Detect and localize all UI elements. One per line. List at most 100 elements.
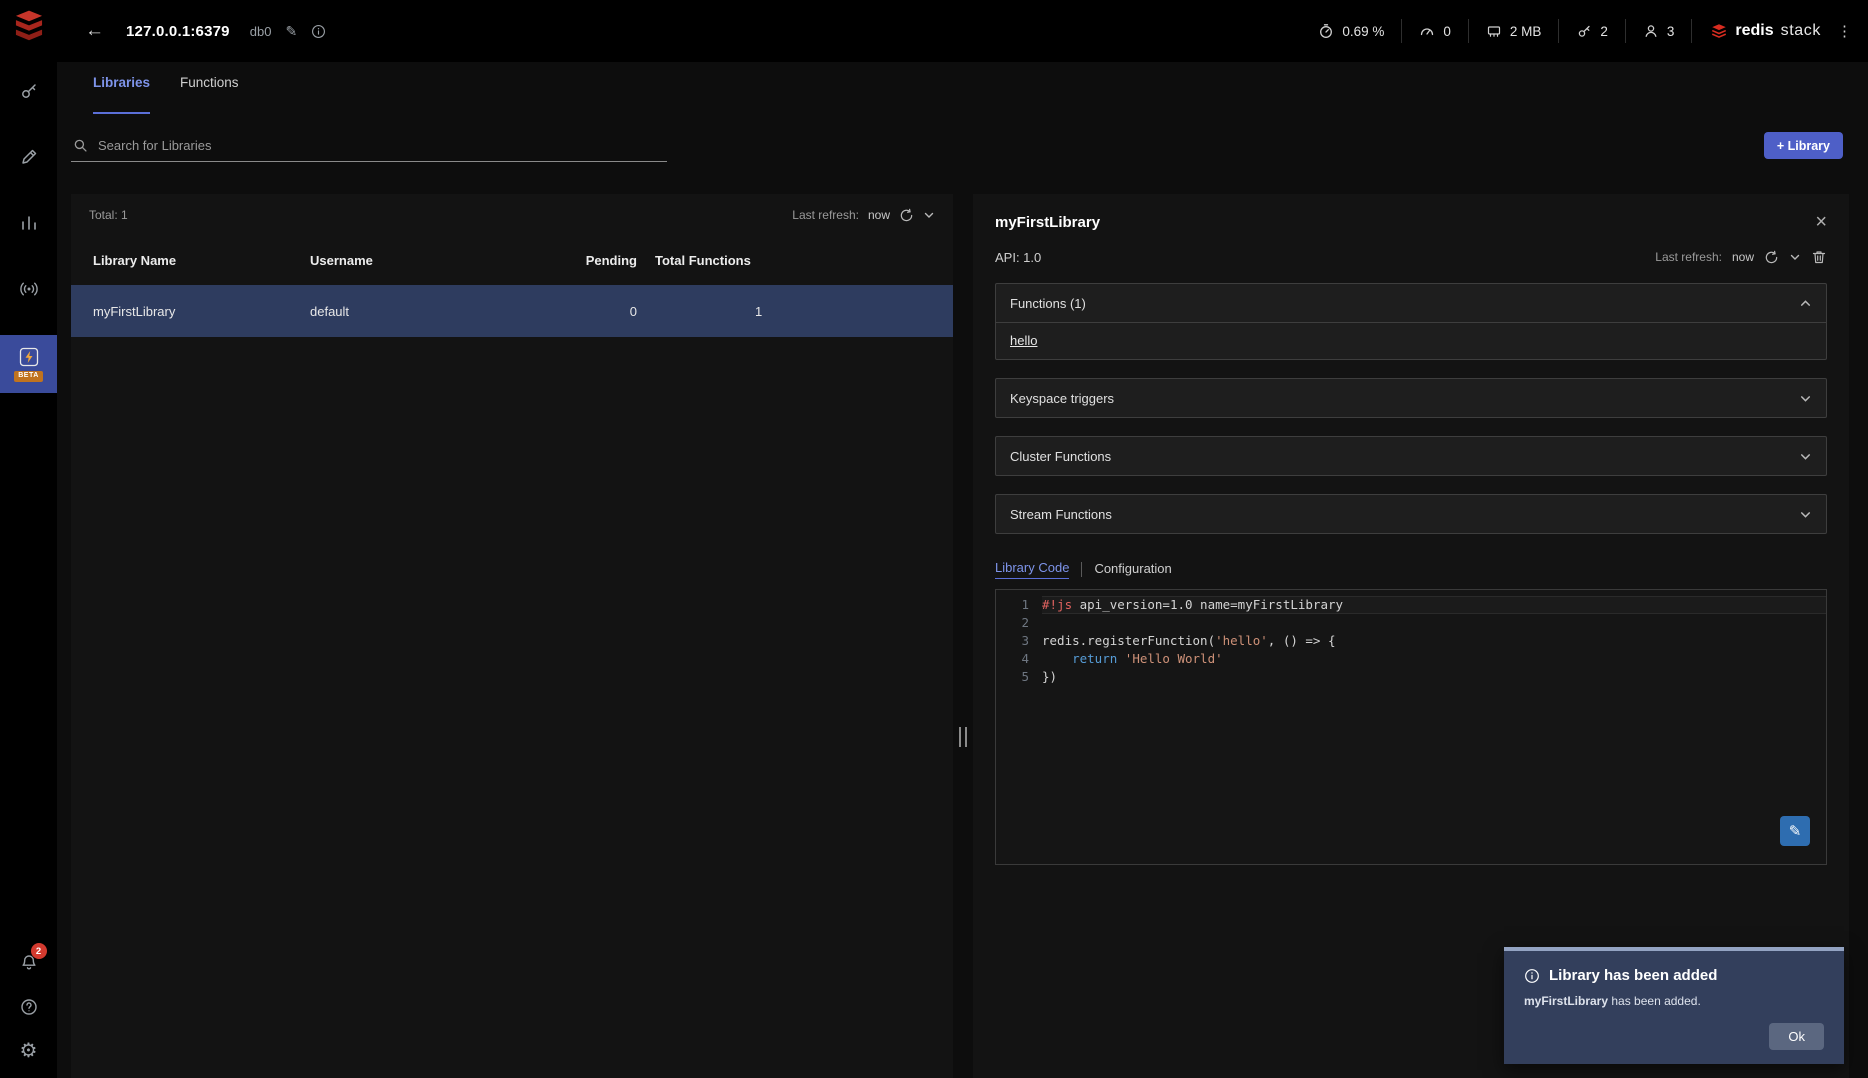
section-cluster-functions-header[interactable]: Cluster Functions <box>996 437 1826 475</box>
sidebar-item-help[interactable] <box>19 997 39 1017</box>
section-functions: Functions (1) hello <box>995 283 1827 360</box>
toast-notification: Library has been added myFirstLibrary ha… <box>1504 947 1844 1064</box>
section-functions-header[interactable]: Functions (1) <box>996 284 1826 322</box>
column-total-functions: Total Functions <box>637 253 953 268</box>
sidebar-item-pubsub[interactable] <box>0 269 57 309</box>
key-icon <box>19 81 39 101</box>
stat-clients-value: 3 <box>1667 24 1675 39</box>
sidebar-item-settings[interactable]: ⚙ <box>20 1041 38 1062</box>
sidebar: BETA 2 <box>0 0 57 1078</box>
gear-icon: ⚙ <box>20 1040 38 1062</box>
refresh-button[interactable] <box>1764 250 1779 265</box>
view-tabs: Libraries Functions <box>57 62 1868 114</box>
delete-library-trash-icon[interactable] <box>1811 249 1827 265</box>
edit-code-button[interactable]: ✎ <box>1780 816 1810 846</box>
sidebar-item-triggers-functions[interactable]: BETA <box>0 335 57 393</box>
sidebar-item-workbench[interactable] <box>0 137 57 177</box>
section-label: Functions (1) <box>1010 296 1086 311</box>
stat-clients: 3 <box>1626 23 1692 39</box>
code-tabs: Library Code Configuration <box>995 560 1827 579</box>
chevron-up-icon <box>1799 297 1812 310</box>
tab-functions[interactable]: Functions <box>180 75 239 114</box>
tab-library-code[interactable]: Library Code <box>995 560 1069 579</box>
separator <box>1081 562 1082 577</box>
stat-memory-value: 2 MB <box>1510 24 1542 39</box>
close-icon[interactable]: × <box>1815 212 1827 232</box>
list-summary-row: Total: 1 Last refresh: now <box>71 194 953 236</box>
stat-cpu-value: 0.69 % <box>1342 24 1384 39</box>
last-refresh-label: Last refresh: <box>1655 250 1722 264</box>
db-index-badge: db0 <box>250 24 272 39</box>
tab-configuration[interactable]: Configuration <box>1094 561 1171 579</box>
tab-libraries[interactable]: Libraries <box>93 75 150 114</box>
app-window: BETA 2 <box>0 0 1868 1078</box>
toast-message: myFirstLibrary has been added. <box>1524 994 1824 1008</box>
search-box <box>71 134 667 162</box>
redis-stack-logo: redis stack <box>1692 22 1829 40</box>
sidebar-item-analytics[interactable] <box>0 203 57 243</box>
add-library-button[interactable]: + Library <box>1764 132 1843 159</box>
stat-memory: 2 MB <box>1469 23 1559 39</box>
api-version: API: 1.0 <box>995 250 1041 265</box>
help-icon <box>19 997 39 1017</box>
column-pending: Pending <box>567 253 637 268</box>
db-info-icon[interactable] <box>311 24 326 39</box>
redis-insight-logo-icon <box>10 7 48 45</box>
column-username: Username <box>310 253 567 268</box>
header-stats: 0.69 % 0 2 MB <box>1301 19 1852 43</box>
chevron-down-icon <box>1799 450 1812 463</box>
table-header-row: Library Name Username Pending Total Func… <box>71 236 953 285</box>
detail-refresh-area: Last refresh: now <box>1655 249 1827 265</box>
code-editor[interactable]: 12345 #!js api_version=1.0 name=myFirstL… <box>995 589 1827 865</box>
section-label: Stream Functions <box>1010 507 1112 522</box>
section-cluster-functions: Cluster Functions <box>995 436 1827 476</box>
sidebar-item-browser[interactable] <box>0 71 57 111</box>
section-keyspace-triggers-header[interactable]: Keyspace triggers <box>996 379 1826 417</box>
cell-total-functions: 1 <box>637 304 953 319</box>
notification-count-badge: 2 <box>31 943 47 959</box>
refresh-area: Last refresh: now <box>792 208 935 223</box>
database-host: 127.0.0.1:6379 <box>126 23 230 40</box>
memory-chip-icon <box>1486 23 1502 39</box>
code-lines: #!js api_version=1.0 name=myFirstLibrary… <box>1042 596 1826 864</box>
cpu-gauge-icon <box>1318 23 1334 39</box>
beta-badge: BETA <box>14 371 43 381</box>
section-stream-functions: Stream Functions <box>995 494 1827 534</box>
detail-meta-row: API: 1.0 Last refresh: now <box>995 249 1827 265</box>
last-refresh-value: now <box>1732 250 1754 264</box>
resize-handle[interactable] <box>959 727 967 747</box>
refresh-options-chevron-icon[interactable] <box>1789 251 1801 263</box>
info-icon <box>1524 968 1540 984</box>
table-row[interactable]: myFirstLibrary default 0 1 <box>71 285 953 337</box>
broadcast-icon <box>19 279 39 299</box>
pencil-icon: ✎ <box>1789 822 1802 840</box>
library-details-panel: myFirstLibrary × API: 1.0 Last refresh: … <box>973 194 1849 1078</box>
sidebar-item-notifications[interactable]: 2 <box>19 953 39 973</box>
refresh-options-chevron-icon[interactable] <box>923 209 935 221</box>
code-gutter: 12345 <box>996 596 1042 864</box>
last-refresh-label: Last refresh: <box>792 208 859 222</box>
panel-gutter <box>953 194 973 1078</box>
edit-alias-pencil-icon[interactable]: ✎ <box>285 24 297 38</box>
library-title: myFirstLibrary <box>995 214 1100 231</box>
search-input[interactable] <box>98 138 665 153</box>
section-label: Cluster Functions <box>1010 449 1111 464</box>
brand-redis-text: redis <box>1735 22 1773 40</box>
cell-library-name: myFirstLibrary <box>93 304 310 319</box>
users-icon <box>1643 23 1659 39</box>
back-button[interactable]: ← <box>85 20 104 42</box>
section-label: Keyspace triggers <box>1010 391 1114 406</box>
speedometer-icon <box>1419 23 1435 39</box>
toast-library-name: myFirstLibrary <box>1524 994 1608 1008</box>
stat-commands-value: 0 <box>1443 24 1451 39</box>
section-functions-body: hello <box>996 322 1826 359</box>
cell-username: default <box>310 304 567 319</box>
overflow-menu-icon[interactable]: ⋮ <box>1837 22 1852 40</box>
function-link-hello[interactable]: hello <box>1010 333 1037 348</box>
chevron-down-icon <box>1799 392 1812 405</box>
search-icon <box>73 138 88 153</box>
ok-button[interactable]: Ok <box>1769 1023 1824 1050</box>
refresh-button[interactable] <box>899 208 914 223</box>
section-stream-functions-header[interactable]: Stream Functions <box>996 495 1826 533</box>
sidebar-bottom: 2 ⚙ <box>19 953 39 1062</box>
